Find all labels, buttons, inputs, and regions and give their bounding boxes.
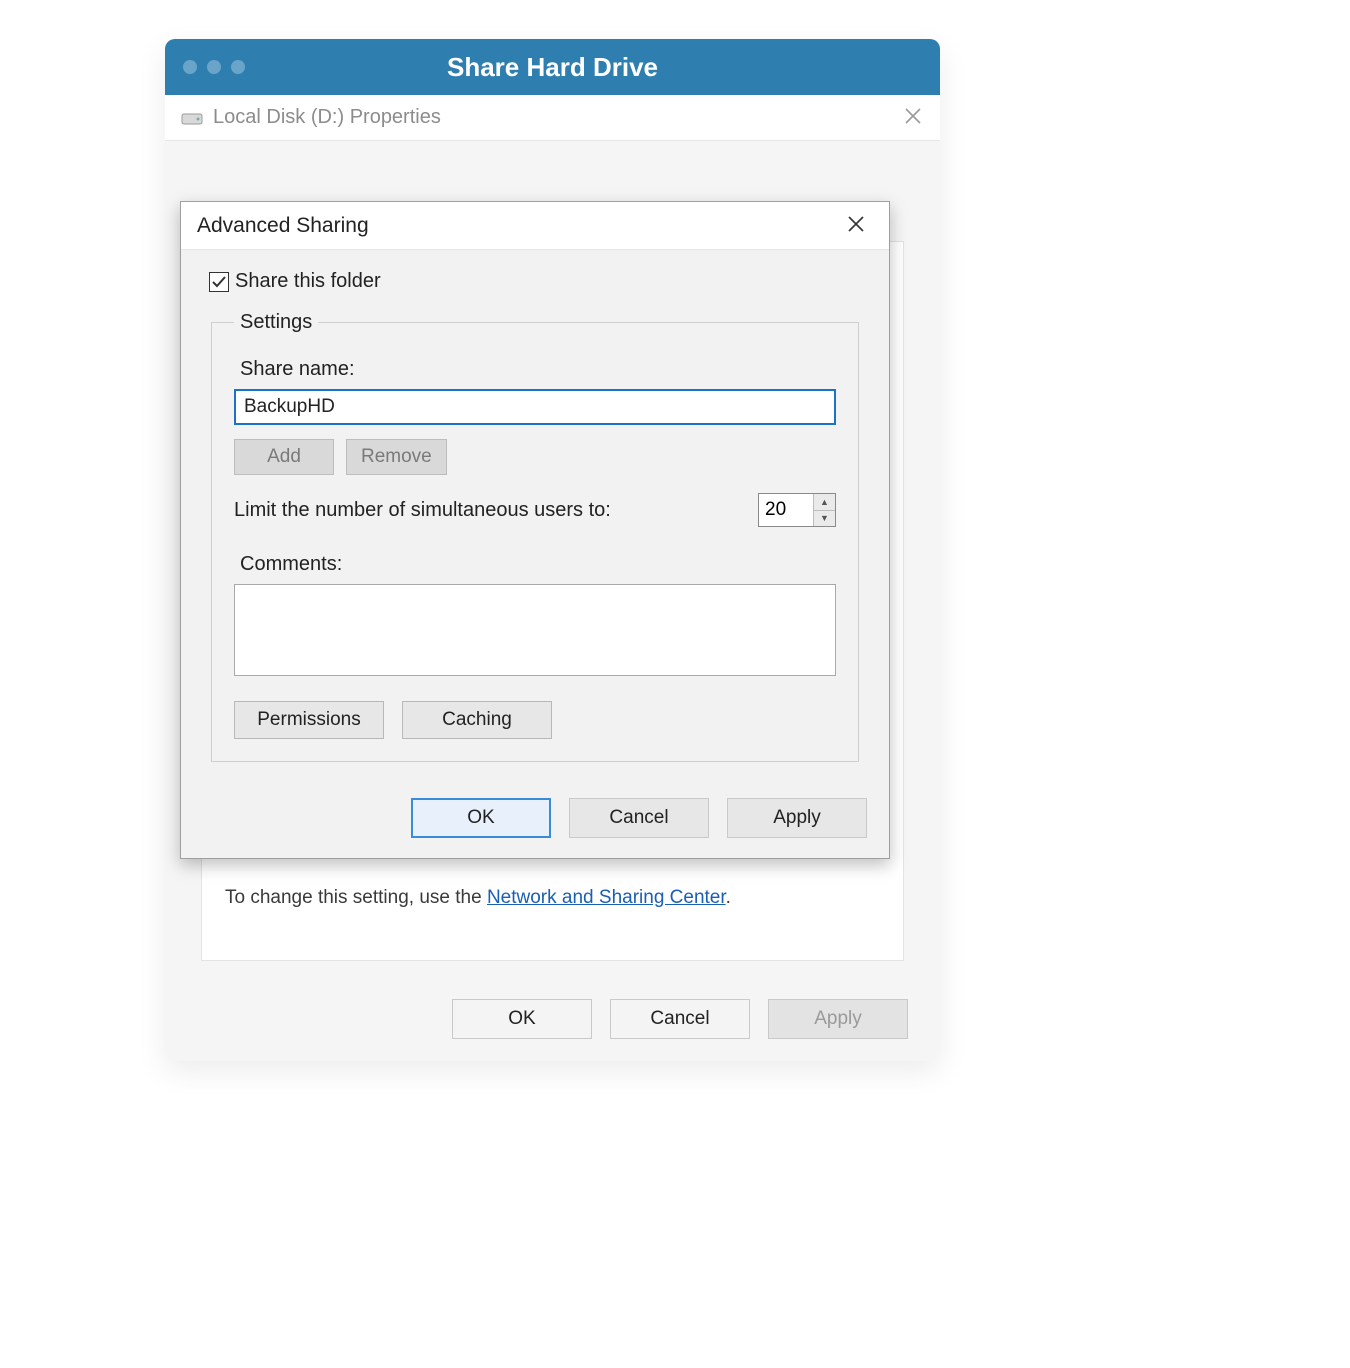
properties-header: Local Disk (D:) Properties bbox=[165, 95, 940, 141]
hint-prefix: To change this setting, use the bbox=[225, 887, 487, 908]
ok-button[interactable]: OK bbox=[452, 999, 592, 1039]
comments-input[interactable] bbox=[234, 584, 836, 676]
caching-button[interactable]: Caching bbox=[402, 701, 552, 739]
dialog-header: Advanced Sharing bbox=[181, 202, 889, 250]
cancel-button[interactable]: Cancel bbox=[610, 999, 750, 1039]
app-window: Share Hard Drive Local Disk (D:) Propert… bbox=[165, 39, 940, 1061]
network-sharing-center-link[interactable]: Network and Sharing Center bbox=[487, 887, 726, 908]
cancel-button[interactable]: Cancel bbox=[569, 798, 709, 838]
properties-body: Advanced Sharing Share this folder Setti… bbox=[165, 141, 940, 1061]
apply-button[interactable]: Apply bbox=[727, 798, 867, 838]
window-title: Share Hard Drive bbox=[165, 52, 940, 83]
advanced-sharing-dialog: Advanced Sharing Share this folder Setti… bbox=[180, 201, 890, 859]
disk-icon bbox=[181, 110, 203, 126]
limit-users-spinner[interactable]: ▲ ▼ bbox=[758, 493, 836, 527]
close-icon[interactable] bbox=[904, 105, 922, 131]
permissions-button[interactable]: Permissions bbox=[234, 701, 384, 739]
limit-users-input[interactable] bbox=[759, 494, 813, 526]
titlebar: Share Hard Drive bbox=[165, 39, 940, 95]
dialog-footer: OK Cancel Apply bbox=[181, 782, 889, 858]
share-folder-checkbox[interactable]: Share this folder bbox=[209, 270, 867, 293]
network-sharing-hint: To change this setting, use the Network … bbox=[225, 887, 731, 909]
share-name-input[interactable] bbox=[234, 389, 836, 425]
properties-title: Local Disk (D:) Properties bbox=[213, 106, 441, 129]
settings-group: Settings Share name: Add Remove Limit th… bbox=[211, 311, 859, 762]
share-folder-label: Share this folder bbox=[235, 270, 381, 293]
checkbox-icon bbox=[209, 272, 229, 292]
spinner-down-icon[interactable]: ▼ bbox=[814, 511, 835, 527]
traffic-dot[interactable] bbox=[183, 60, 197, 74]
traffic-dot[interactable] bbox=[207, 60, 221, 74]
limit-users-label: Limit the number of simultaneous users t… bbox=[234, 499, 611, 522]
ok-button[interactable]: OK bbox=[411, 798, 551, 838]
hint-suffix: . bbox=[726, 887, 731, 908]
close-icon[interactable] bbox=[839, 209, 873, 243]
properties-buttons: OK Cancel Apply bbox=[452, 999, 908, 1039]
traffic-lights bbox=[183, 60, 245, 74]
remove-button[interactable]: Remove bbox=[346, 439, 447, 475]
add-button[interactable]: Add bbox=[234, 439, 334, 475]
traffic-dot[interactable] bbox=[231, 60, 245, 74]
dialog-title: Advanced Sharing bbox=[197, 214, 369, 238]
settings-legend: Settings bbox=[234, 311, 318, 334]
comments-label: Comments: bbox=[240, 553, 836, 576]
apply-button[interactable]: Apply bbox=[768, 999, 908, 1039]
dialog-body: Share this folder Settings Share name: A… bbox=[181, 250, 889, 782]
spinner-up-icon[interactable]: ▲ bbox=[814, 494, 835, 511]
share-name-label: Share name: bbox=[240, 358, 836, 381]
